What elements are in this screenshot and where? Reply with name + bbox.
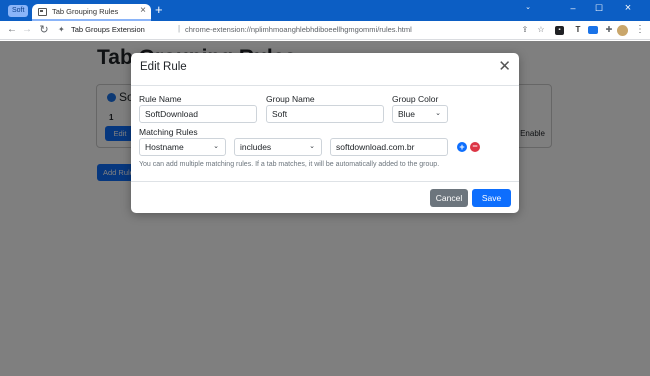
- puzzle-icon: ✦: [58, 25, 65, 34]
- match-operator-value: includes: [240, 142, 272, 152]
- close-icon[interactable]: ✕: [498, 59, 511, 74]
- maximize-icon[interactable]: ☐: [586, 0, 612, 16]
- tab-groups-extension-icon[interactable]: [588, 26, 598, 34]
- tab-strip: Soft Tab Grouping Rules × + ⌄ – ☐ ×: [0, 0, 650, 21]
- close-window-icon[interactable]: ×: [615, 0, 641, 16]
- edit-rule-modal: Edit Rule ✕ Rule Name Group Name Group C…: [131, 53, 519, 213]
- forward-icon[interactable]: →: [20, 23, 34, 37]
- share-icon[interactable]: ⇪: [519, 24, 531, 36]
- match-operator-select[interactable]: includes ⌄: [234, 138, 322, 156]
- matching-rules-label: Matching Rules: [139, 127, 198, 137]
- rule-name-input[interactable]: SoftDownload: [139, 105, 257, 123]
- modal-footer: Cancel Save: [131, 181, 519, 213]
- tab-title: Tab Grouping Rules: [52, 7, 119, 16]
- address-bar[interactable]: ✦ Tab Groups Extension | chrome-extensio…: [54, 23, 509, 38]
- reload-icon[interactable]: ↻: [37, 23, 51, 37]
- extensions-icon[interactable]: ✚: [603, 24, 615, 36]
- extension-icon[interactable]: T: [572, 24, 584, 36]
- minimize-icon[interactable]: –: [560, 0, 586, 16]
- avatar[interactable]: [617, 25, 628, 36]
- match-field-value: Hostname: [145, 142, 184, 152]
- menu-icon[interactable]: ⋮: [634, 24, 646, 36]
- match-field-select[interactable]: Hostname ⌄: [139, 138, 226, 156]
- modal-title: Edit Rule: [140, 61, 187, 73]
- address-origin: Tab Groups Extension: [71, 25, 145, 34]
- new-tab-button[interactable]: +: [155, 3, 163, 16]
- chevron-down-icon: ⌄: [213, 143, 219, 150]
- group-name-input[interactable]: Soft: [266, 105, 384, 123]
- browser-toolbar: ← → ↻ ✦ Tab Groups Extension | chrome-ex…: [0, 21, 650, 40]
- chevron-down-icon: ⌄: [435, 110, 441, 117]
- chevron-down-icon: ⌄: [309, 143, 315, 150]
- address-url: chrome-extension://nplimhmoanghlebhdiboe…: [185, 25, 412, 34]
- group-color-value: Blue: [398, 109, 416, 119]
- tab-close-icon[interactable]: ×: [140, 5, 146, 16]
- back-icon[interactable]: ←: [5, 23, 19, 37]
- remove-match-rule-icon[interactable]: −: [470, 142, 480, 152]
- group-color-select[interactable]: Blue ⌄: [392, 105, 448, 123]
- extension-icon[interactable]: ▪: [555, 26, 564, 35]
- browser-tab[interactable]: Tab Grouping Rules ×: [32, 4, 151, 21]
- match-value-input[interactable]: softdownload.com.br: [330, 138, 448, 156]
- cancel-button[interactable]: Cancel: [430, 189, 468, 207]
- rule-name-label: Rule Name: [139, 94, 182, 104]
- modal-header: Edit Rule ✕: [131, 53, 519, 86]
- group-name-label: Group Name: [266, 94, 315, 104]
- page-favicon-icon: [38, 8, 47, 16]
- tab-group-chip[interactable]: Soft: [8, 5, 29, 17]
- help-text: You can add multiple matching rules. If …: [139, 161, 440, 168]
- save-button[interactable]: Save: [472, 189, 511, 207]
- group-color-label: Group Color: [392, 94, 439, 104]
- add-match-rule-icon[interactable]: +: [457, 142, 467, 152]
- star-icon[interactable]: ☆: [535, 24, 547, 36]
- tab-search-icon[interactable]: ⌄: [515, 0, 541, 16]
- address-separator: |: [178, 24, 181, 33]
